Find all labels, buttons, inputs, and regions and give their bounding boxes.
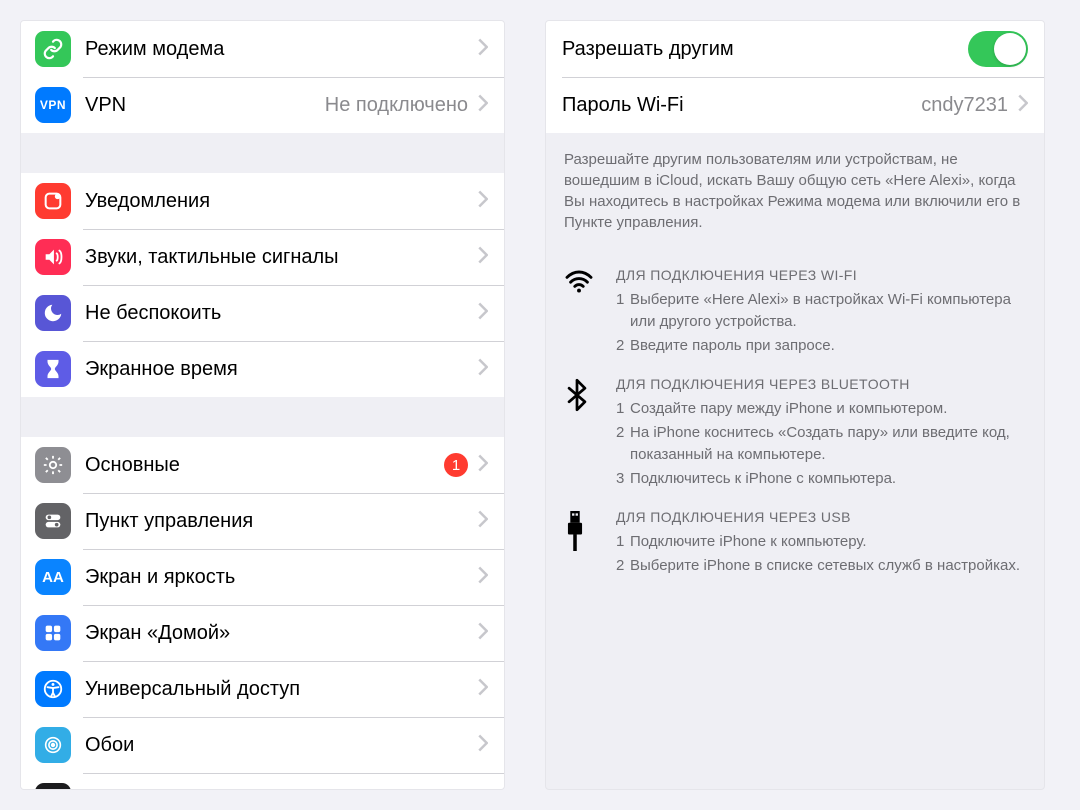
screentime-icon	[35, 351, 71, 387]
chevron-right-icon	[478, 566, 488, 589]
settings-row-control-center[interactable]: Пункт управления	[21, 493, 504, 549]
settings-row-wallpaper[interactable]: Обои	[21, 717, 504, 773]
wifi-title: ДЛЯ ПОДКЛЮЧЕНИЯ ЧЕРЕЗ WI-FI	[616, 267, 1026, 283]
hotspot-detail-panel: Разрешать другим Пароль Wi-Fi cndy7231 Р…	[545, 20, 1045, 790]
settings-row-sounds[interactable]: Звуки, тактильные сигналы	[21, 229, 504, 285]
usb-instructions: ДЛЯ ПОДКЛЮЧЕНИЯ ЧЕРЕЗ USB 1Подключите iP…	[546, 499, 1044, 587]
notification-badge: 1	[444, 453, 468, 477]
chevron-right-icon	[478, 302, 488, 325]
accessibility-icon	[35, 671, 71, 707]
chevron-right-icon	[478, 734, 488, 757]
general-icon	[35, 447, 71, 483]
row-label: Экранное время	[85, 358, 468, 381]
notifications-icon	[35, 183, 71, 219]
chevron-right-icon	[478, 510, 488, 533]
allow-others-label: Разрешать другим	[562, 38, 968, 61]
chevron-right-icon	[478, 622, 488, 645]
chevron-right-icon	[1018, 94, 1028, 117]
row-label: Обои	[85, 734, 468, 757]
row-label: Не беспокоить	[85, 302, 468, 325]
settings-row-notifications[interactable]: Уведомления	[21, 173, 504, 229]
vpn-icon: VPN	[35, 87, 71, 123]
row-label: Siri и Поиск	[85, 790, 468, 791]
settings-row-screentime[interactable]: Экранное время	[21, 341, 504, 397]
chevron-right-icon	[478, 790, 488, 791]
chevron-right-icon	[478, 190, 488, 213]
wifi-password-row[interactable]: Пароль Wi-Fi cndy7231	[546, 77, 1044, 133]
chevron-right-icon	[478, 246, 488, 269]
wifi-password-value: cndy7231	[921, 94, 1008, 117]
chevron-right-icon	[478, 358, 488, 381]
row-label: Экран и яркость	[85, 566, 468, 589]
bluetooth-instructions: ДЛЯ ПОДКЛЮЧЕНИЯ ЧЕРЕЗ BLUETOOTH 1Создайт…	[546, 366, 1044, 499]
row-label: Пункт управления	[85, 510, 468, 533]
settings-row-home-screen[interactable]: Экран «Домой»	[21, 605, 504, 661]
row-label: Уведомления	[85, 190, 468, 213]
chevron-right-icon	[478, 454, 488, 477]
wifi-instructions: ДЛЯ ПОДКЛЮЧЕНИЯ ЧЕРЕЗ WI-FI 1Выберите «H…	[546, 257, 1044, 366]
section-gap	[21, 397, 504, 437]
home-screen-icon	[35, 615, 71, 651]
allow-others-row[interactable]: Разрешать другим	[546, 21, 1044, 77]
section-gap	[21, 133, 504, 173]
settings-row-accessibility[interactable]: Универсальный доступ	[21, 661, 504, 717]
chevron-right-icon	[478, 38, 488, 61]
settings-row-siri[interactable]: Siri и Поиск	[21, 773, 504, 790]
settings-list-panel: Режим модема VPN VPN Не подключено Уведо…	[20, 20, 505, 790]
row-value: Не подключено	[325, 94, 468, 117]
sounds-icon	[35, 239, 71, 275]
row-label: Универсальный доступ	[85, 678, 468, 701]
chevron-right-icon	[478, 678, 488, 701]
allow-others-footer: Разрешайте другим пользователям или устр…	[546, 133, 1044, 257]
row-label: Режим модема	[85, 38, 468, 61]
chevron-right-icon	[478, 94, 488, 117]
display-icon: AA	[35, 559, 71, 595]
row-label: Экран «Домой»	[85, 622, 468, 645]
usb-title: ДЛЯ ПОДКЛЮЧЕНИЯ ЧЕРЕЗ USB	[616, 509, 1026, 525]
settings-row-display[interactable]: AA Экран и яркость	[21, 549, 504, 605]
settings-row-dnd[interactable]: Не беспокоить	[21, 285, 504, 341]
wifi-icon	[564, 267, 616, 358]
settings-row-hotspot[interactable]: Режим модема	[21, 21, 504, 77]
settings-row-general[interactable]: Основные 1	[21, 437, 504, 493]
control-center-icon	[35, 503, 71, 539]
wifi-password-label: Пароль Wi-Fi	[562, 94, 921, 117]
dnd-icon	[35, 295, 71, 331]
row-label: Основные	[85, 454, 436, 477]
row-label: VPN	[85, 94, 317, 117]
bluetooth-title: ДЛЯ ПОДКЛЮЧЕНИЯ ЧЕРЕЗ BLUETOOTH	[616, 376, 1026, 392]
bluetooth-icon	[564, 376, 616, 491]
usb-icon	[564, 509, 616, 579]
link-icon	[35, 31, 71, 67]
siri-icon	[35, 783, 71, 790]
allow-others-toggle[interactable]	[968, 31, 1028, 67]
wallpaper-icon	[35, 727, 71, 763]
settings-row-vpn[interactable]: VPN VPN Не подключено	[21, 77, 504, 133]
row-label: Звуки, тактильные сигналы	[85, 246, 468, 269]
